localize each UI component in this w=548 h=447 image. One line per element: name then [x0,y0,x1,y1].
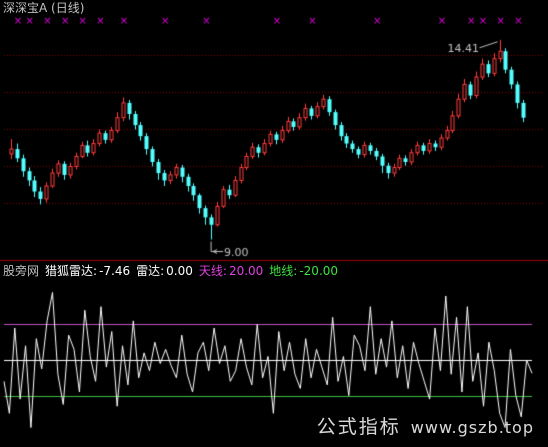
chart-title: 深深宝A (日线) [3,1,85,15]
sky-label: 天线: [198,264,227,278]
indicator-name-value: -7.46 [99,264,131,278]
watermark-url: www.gszb.top [410,418,534,437]
watermark: 公式指标 www.gszb.top [317,412,534,439]
watermark-text: 公式指标 [316,416,401,438]
indicator-source: 股旁网 [3,264,40,278]
radar-value: 0.00 [166,264,193,278]
sky-value: 20.00 [228,264,264,278]
indicator-name-label: 猎狐雷达: [45,264,98,278]
ground-value: -20.00 [299,264,339,278]
radar-label: 雷达: [136,264,165,278]
stock-chart-canvas[interactable] [0,0,548,447]
ground-label: 地线: [269,264,298,278]
indicator-bar: 股旁网 猎狐雷达: -7.46 雷达: 0.00 天线: 20.00 地线: -20.00 [3,264,344,278]
